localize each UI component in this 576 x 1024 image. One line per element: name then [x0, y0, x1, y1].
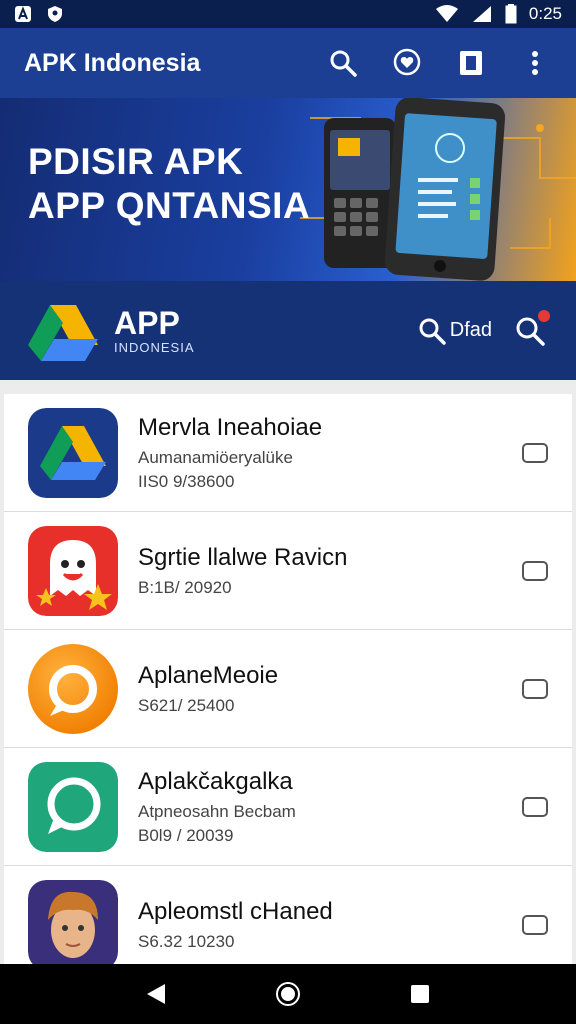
- download-button[interactable]: [522, 560, 548, 581]
- notification-a-icon: [15, 6, 31, 22]
- app-list: Mervla Ineahoiae Aumanamiöeryalüke IIS0 …: [4, 394, 572, 964]
- app-tile-icon: [460, 51, 482, 75]
- brand-name: APP: [114, 305, 180, 341]
- back-triangle-icon: [147, 984, 165, 1004]
- system-nav-bar: [0, 964, 576, 1024]
- back-button[interactable]: [141, 979, 171, 1009]
- app-name: Mervla Ineahoiae: [138, 413, 323, 441]
- app-meta: B:1B/ 20920: [138, 577, 232, 597]
- avatar-face-icon: [28, 879, 118, 964]
- search-icon: [419, 318, 446, 345]
- list-item[interactable]: Apleomstl cHaned S6.32 10230: [4, 866, 572, 964]
- app-meta: IIS0 9/38600: [138, 471, 235, 491]
- drive-logo-icon: [28, 407, 118, 498]
- apps-button[interactable]: [454, 46, 488, 80]
- status-time: 0:25: [528, 4, 562, 23]
- ghost-star-icon: [28, 525, 118, 616]
- search-button[interactable]: [326, 46, 360, 80]
- status-bar: 0:25: [0, 0, 576, 28]
- app-bar: APK Indonesia: [0, 28, 576, 98]
- banner-headline: PDISIR APK APP QNTANSIA: [28, 140, 310, 228]
- app-description: Aumanamiöeryalüke: [138, 447, 293, 467]
- download-button[interactable]: [522, 796, 548, 817]
- app-description: Atpneosahn Becbam: [138, 801, 296, 821]
- app-name: Apleomstl cHaned: [138, 897, 333, 925]
- shield-notification-icon: [48, 6, 62, 22]
- recents-button[interactable]: [405, 979, 435, 1009]
- recents-square-icon: [411, 985, 429, 1003]
- list-item[interactable]: Sgrtie llalwe Ravicn B:1B/ 20920: [4, 512, 572, 630]
- list-item[interactable]: AplaneMeoie S621/ 25400: [4, 630, 572, 748]
- heart-location-icon: [393, 48, 421, 76]
- find-label: Dfad: [449, 319, 492, 341]
- more-options-button[interactable]: [518, 46, 552, 80]
- app-meta: S6.32 10230: [138, 931, 235, 951]
- more-vert-icon: [532, 51, 538, 75]
- app-title: APK Indonesia: [24, 48, 201, 77]
- download-button[interactable]: [522, 678, 548, 699]
- brand-header: APP INDONESIA Dfad: [0, 281, 576, 380]
- app-meta: B0l9 / 20039: [138, 825, 234, 845]
- download-button[interactable]: [522, 914, 548, 935]
- banner-line-1: PDISIR APK: [28, 141, 244, 182]
- app-name: Sgrtie llalwe Ravicn: [138, 543, 348, 571]
- search-icon: [330, 50, 357, 77]
- app-name: Aplakčakgalka: [138, 767, 293, 795]
- orange-ring-icon: [28, 643, 118, 734]
- banner-line-2: APP QNTANSIA: [28, 185, 311, 226]
- signal-icon: [472, 6, 491, 22]
- find-button[interactable]: Dfad: [418, 317, 492, 345]
- notification-dot: [538, 309, 550, 322]
- phones-illustration: [300, 98, 576, 281]
- list-item[interactable]: Aplakčakgalka Atpneosahn Becbam B0l9 / 2…: [4, 748, 572, 866]
- list-item[interactable]: Mervla Ineahoiae Aumanamiöeryalüke IIS0 …: [4, 394, 572, 512]
- promo-banner[interactable]: PDISIR APK APP QNTANSIA: [0, 98, 576, 281]
- drive-logo-icon: [28, 304, 98, 361]
- app-meta: S621/ 25400: [138, 695, 235, 715]
- favorite-button[interactable]: [390, 46, 424, 80]
- search-alert-button[interactable]: [514, 309, 550, 348]
- download-button[interactable]: [522, 442, 548, 463]
- app-name: AplaneMeoie: [138, 661, 279, 689]
- chat-bubble-icon: [28, 761, 118, 852]
- battery-icon: [505, 4, 517, 24]
- home-button[interactable]: [273, 979, 303, 1009]
- home-circle-icon: [276, 982, 300, 1006]
- brand-subtitle: INDONESIA: [114, 340, 195, 355]
- wifi-icon: [435, 5, 458, 22]
